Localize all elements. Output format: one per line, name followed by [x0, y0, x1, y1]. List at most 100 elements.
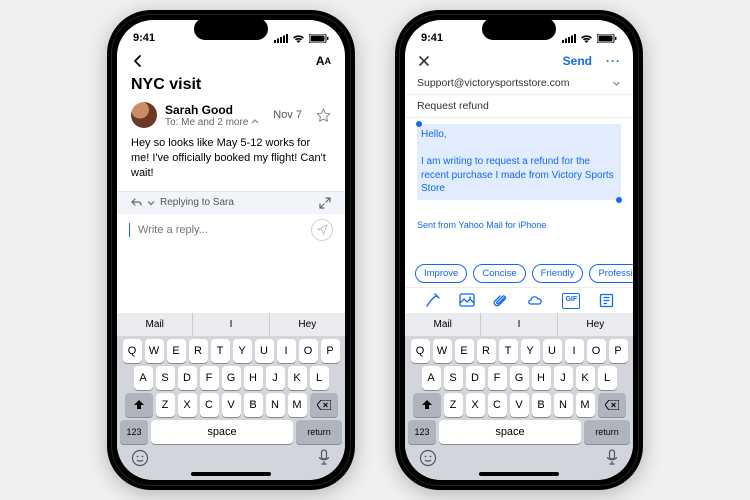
key-f[interactable]: F — [488, 366, 507, 390]
key-n[interactable]: N — [266, 393, 285, 417]
key-s[interactable]: S — [444, 366, 463, 390]
key-backspace[interactable] — [598, 393, 626, 417]
key-x[interactable]: X — [466, 393, 485, 417]
chevron-down-icon[interactable] — [147, 199, 155, 207]
key-t[interactable]: T — [499, 339, 518, 363]
key-return[interactable]: return — [584, 420, 630, 444]
key-d[interactable]: D — [466, 366, 485, 390]
reply-input[interactable] — [138, 224, 303, 236]
key-r[interactable]: R — [477, 339, 496, 363]
key-d[interactable]: D — [178, 366, 197, 390]
key-v[interactable]: V — [222, 393, 241, 417]
attachment-icon[interactable] — [493, 293, 507, 309]
key-u[interactable]: U — [255, 339, 274, 363]
emoji-button[interactable] — [131, 449, 149, 467]
send-button[interactable]: Send — [563, 54, 592, 68]
key-return[interactable]: return — [296, 420, 342, 444]
key-backspace[interactable] — [310, 393, 338, 417]
key-123[interactable]: 123 — [408, 420, 436, 444]
key-l[interactable]: L — [310, 366, 329, 390]
key-123[interactable]: 123 — [120, 420, 148, 444]
key-shift[interactable] — [125, 393, 153, 417]
home-indicator[interactable] — [479, 472, 559, 476]
key-b[interactable]: B — [532, 393, 551, 417]
key-w[interactable]: W — [145, 339, 164, 363]
key-v[interactable]: V — [510, 393, 529, 417]
key-q[interactable]: Q — [123, 339, 142, 363]
key-s[interactable]: S — [156, 366, 175, 390]
chip-professional[interactable]: Professional — [589, 264, 633, 283]
key-p[interactable]: P — [609, 339, 628, 363]
key-x[interactable]: X — [178, 393, 197, 417]
emoji-button[interactable] — [419, 449, 437, 467]
key-y[interactable]: Y — [521, 339, 540, 363]
selected-body-text[interactable]: Hello, I am writing to request a refund … — [417, 124, 621, 200]
key-k[interactable]: K — [576, 366, 595, 390]
keyboard[interactable]: Mail I Hey QWERTYUIOP ASDFGHJKL ZXCVBNM … — [405, 313, 633, 480]
key-a[interactable]: A — [134, 366, 153, 390]
key-space[interactable]: space — [151, 420, 293, 444]
mic-button[interactable] — [317, 449, 331, 467]
suggestion[interactable]: I — [480, 313, 556, 336]
star-button[interactable] — [316, 108, 331, 123]
key-w[interactable]: W — [433, 339, 452, 363]
key-o[interactable]: O — [299, 339, 318, 363]
key-f[interactable]: F — [200, 366, 219, 390]
key-u[interactable]: U — [543, 339, 562, 363]
key-c[interactable]: C — [200, 393, 219, 417]
key-j[interactable]: J — [554, 366, 573, 390]
back-button[interactable] — [131, 54, 145, 68]
chip-friendly[interactable]: Friendly — [532, 264, 584, 283]
suggestion[interactable]: Hey — [269, 313, 345, 336]
key-a[interactable]: A — [422, 366, 441, 390]
sender-name[interactable]: Sarah Good — [165, 103, 265, 117]
key-c[interactable]: C — [488, 393, 507, 417]
recipients-line[interactable]: To: Me and 2 more — [165, 117, 265, 128]
key-g[interactable]: G — [222, 366, 241, 390]
key-z[interactable]: Z — [444, 393, 463, 417]
keyboard-suggestions[interactable]: Mail I Hey — [117, 313, 345, 336]
chip-concise[interactable]: Concise — [473, 264, 525, 283]
cloud-icon[interactable] — [526, 293, 544, 309]
to-field[interactable]: Support@victorysportsstore.com — [405, 72, 633, 95]
suggestion[interactable]: Mail — [117, 313, 192, 336]
key-e[interactable]: E — [167, 339, 186, 363]
key-h[interactable]: H — [244, 366, 263, 390]
key-y[interactable]: Y — [233, 339, 252, 363]
keyboard-suggestions[interactable]: Mail I Hey — [405, 313, 633, 336]
key-m[interactable]: M — [576, 393, 595, 417]
suggestion[interactable]: Mail — [405, 313, 480, 336]
key-m[interactable]: M — [288, 393, 307, 417]
key-q[interactable]: Q — [411, 339, 430, 363]
more-button[interactable]: ··· — [606, 54, 621, 68]
key-j[interactable]: J — [266, 366, 285, 390]
home-indicator[interactable] — [191, 472, 271, 476]
chip-improve[interactable]: Improve — [415, 264, 467, 283]
image-icon[interactable] — [459, 293, 475, 309]
key-t[interactable]: T — [211, 339, 230, 363]
suggestion[interactable]: Hey — [557, 313, 633, 336]
key-n[interactable]: N — [554, 393, 573, 417]
key-k[interactable]: K — [288, 366, 307, 390]
key-z[interactable]: Z — [156, 393, 175, 417]
key-g[interactable]: G — [510, 366, 529, 390]
sender-avatar[interactable] — [131, 102, 157, 128]
format-icon[interactable] — [599, 293, 614, 309]
text-size-button[interactable]: AA — [316, 54, 331, 68]
key-i[interactable]: I — [565, 339, 584, 363]
key-e[interactable]: E — [455, 339, 474, 363]
subject-field[interactable]: Request refund — [405, 95, 633, 118]
key-space[interactable]: space — [439, 420, 581, 444]
close-button[interactable] — [417, 54, 431, 68]
key-o[interactable]: O — [587, 339, 606, 363]
mic-button[interactable] — [605, 449, 619, 467]
key-l[interactable]: L — [598, 366, 617, 390]
ai-compose-icon[interactable] — [424, 293, 440, 309]
key-b[interactable]: B — [244, 393, 263, 417]
expand-button[interactable] — [319, 197, 331, 209]
key-i[interactable]: I — [277, 339, 296, 363]
key-p[interactable]: P — [321, 339, 340, 363]
suggestion[interactable]: I — [192, 313, 268, 336]
key-r[interactable]: R — [189, 339, 208, 363]
key-h[interactable]: H — [532, 366, 551, 390]
